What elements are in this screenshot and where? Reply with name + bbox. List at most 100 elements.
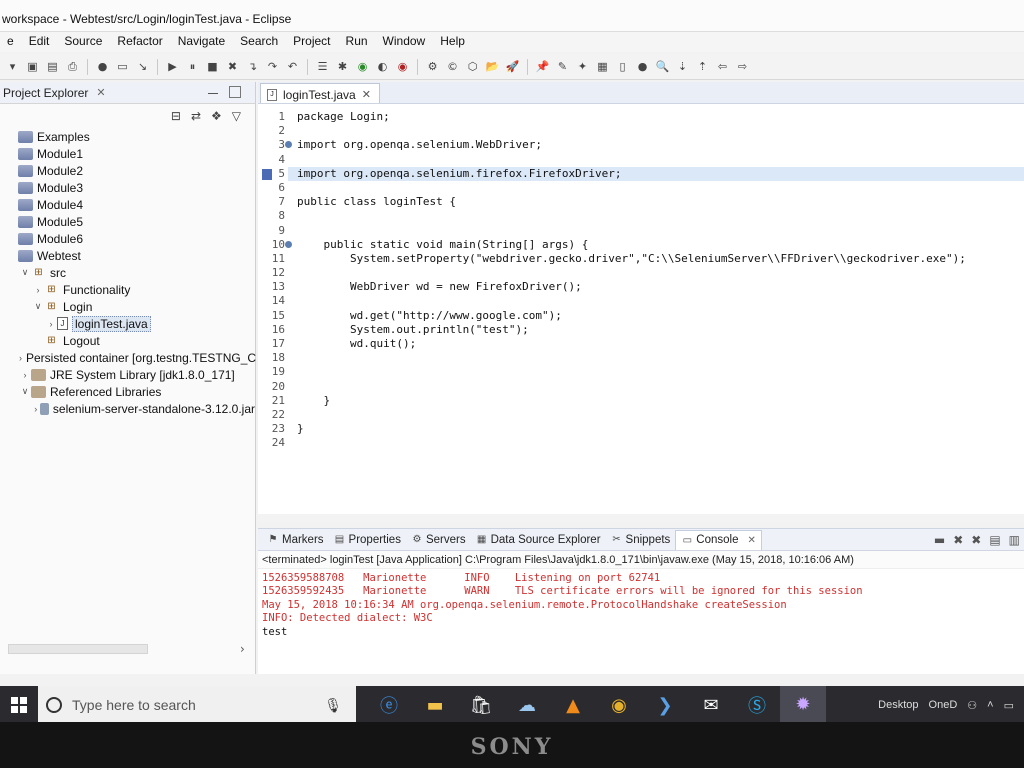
console-output[interactable]: 1526359588708 Marionette INFO Listening … [258,569,1024,639]
tab-servers[interactable]: ⚙ Servers [406,530,471,550]
back-icon[interactable]: ⇦ [714,59,731,75]
code-line[interactable]: 10 public static void main(String[] args… [258,238,1024,252]
coverage-icon[interactable]: ◐ [374,59,391,75]
tab-console[interactable]: ▭ Console ✕ [675,529,762,550]
pen-icon[interactable]: ✎ [554,59,571,75]
menu-window[interactable]: Window [376,32,434,52]
chevron-right-icon[interactable]: › [240,642,245,656]
previous-annotation-icon[interactable]: ⇡ [694,59,711,75]
tree-item[interactable]: › Persisted container [org.testng.TESTNG_… [0,349,256,366]
code-line[interactable]: 5 import org.openqa.selenium.firefox.Fire… [258,166,1024,181]
code-line[interactable]: 22 [258,408,1024,422]
tree-item[interactable]: Module4 [0,196,255,213]
forward-icon[interactable]: ⇨ [734,59,751,75]
code-line[interactable]: 20 [258,380,1024,394]
onedrive-label[interactable]: OneD [929,699,958,711]
tree-item[interactable]: Module6 [0,230,255,247]
code-line[interactable]: 23} [258,422,1024,436]
disconnect-icon[interactable]: ✖ [224,59,241,75]
remove-all-icon[interactable]: ✖ [971,533,981,547]
save-all-icon[interactable]: ▤ [44,59,61,75]
close-icon[interactable]: ✕ [748,535,756,546]
file-explorer-icon[interactable]: ▬ [412,686,458,724]
chevron-down-icon[interactable]: ∨ [19,267,31,278]
store-icon[interactable]: 🛍 [458,686,504,724]
edge-icon[interactable]: ⓔ [366,686,412,724]
tree-item[interactable]: Module2 [0,162,255,179]
search-icon[interactable]: 🔍 [654,59,671,75]
cloud-app-icon[interactable]: ☁ [504,686,550,724]
code-line[interactable]: 12 [258,266,1024,280]
project-explorer-tab[interactable]: Project Explorer ✕ [0,82,255,104]
focus-icon[interactable]: ❖ [211,109,222,123]
new-java-class-icon[interactable]: © [444,59,461,75]
step-into-icon[interactable]: ↴ [244,59,261,75]
code-line[interactable]: 24 [258,436,1024,450]
menu-e[interactable]: e [0,32,22,52]
tree-item[interactable]: ∨ ⊞ src [0,264,255,281]
people-icon[interactable]: ⚇ [967,699,977,712]
pin-console-icon[interactable]: ▥ [1009,533,1020,547]
chevron-right-icon[interactable]: › [32,285,44,295]
launch-icon[interactable]: 🚀 [504,59,521,75]
fold-toggle-icon[interactable] [285,240,292,248]
view-menu-chevron-down-icon[interactable]: ▽ [232,109,241,123]
close-icon[interactable]: ✕ [362,88,371,101]
powershell-icon[interactable]: ❯ [642,686,688,724]
menu-refactor[interactable]: Refactor [110,32,170,52]
chevron-right-icon[interactable]: › [19,370,31,380]
horizontal-scrollbar[interactable] [8,644,148,654]
tree-item[interactable]: ⊞ Logout [0,332,255,349]
editor-tab-logintest[interactable]: J loginTest.java ✕ [260,83,380,103]
menu-help[interactable]: Help [433,32,473,52]
tree-item[interactable]: ∨ Referenced Libraries [0,383,255,400]
save-icon[interactable]: ▣ [24,59,41,75]
scroll-lock-icon[interactable]: ▤ [989,533,1000,547]
minimize-icon[interactable]: ▬ [934,533,945,547]
network-icon[interactable]: ▭ [1004,699,1014,712]
code-line[interactable]: 16 System.out.println("test"); [258,323,1024,337]
code-line[interactable]: 1 package Login; [258,110,1024,124]
collapse-all-icon[interactable]: ⊟ [171,109,181,123]
code-line[interactable]: 14 [258,294,1024,308]
code-line[interactable]: 13 WebDriver wd = new FirefoxDriver(); [258,280,1024,294]
menu-search[interactable]: Search [233,32,286,52]
start-button[interactable] [0,686,38,724]
sphere-icon[interactable]: ● [634,59,651,75]
code-line[interactable]: 6 [258,181,1024,195]
run-icon[interactable]: ◉ [354,59,371,75]
code-line[interactable]: 7 public class loginTest { [258,195,1024,209]
terminal-icon[interactable]: ▭ [114,59,131,75]
tree-item[interactable]: ∨ ⊞ Login [0,298,255,315]
tree-item[interactable]: Webtest [0,247,255,264]
new-server-icon[interactable]: ⚙ [424,59,441,75]
step-over-icon[interactable]: ↷ [264,59,281,75]
code-line[interactable]: 11 System.setProperty("webdriver.gecko.d… [258,252,1024,266]
new-dropdown-icon[interactable]: ▾ [4,59,21,75]
external-tools-icon[interactable]: ◉ [394,59,411,75]
code-line[interactable]: 19 [258,365,1024,379]
pin-icon[interactable]: 📌 [534,59,551,75]
eclipse-icon[interactable]: ✹ [780,686,826,724]
remove-launch-icon[interactable]: ✖ [953,533,963,547]
code-line[interactable]: 9 [258,224,1024,238]
tree-item[interactable]: Examples [0,128,255,145]
code-line[interactable]: 8 [258,209,1024,223]
debug-icon[interactable]: ✱ [334,59,351,75]
step-return-icon[interactable]: ↶ [284,59,301,75]
print-icon[interactable]: ⎙ [64,59,81,75]
tab-properties[interactable]: ▤ Properties [329,530,406,550]
chevron-down-icon[interactable]: ∨ [19,386,31,397]
suspend-icon[interactable]: ⏸ [184,59,201,75]
menu-edit[interactable]: Edit [22,32,58,52]
chevron-right-icon[interactable]: › [19,353,22,363]
skype-icon[interactable]: Ⓢ [734,686,780,724]
tree-item[interactable]: › JloginTest.java [0,315,255,332]
terminate-icon[interactable]: ■ [204,59,221,75]
task-list-icon[interactable]: ☰ [314,59,331,75]
resume-icon[interactable]: ▶ [164,59,181,75]
annotation-icon[interactable]: ✦ [574,59,591,75]
chevron-right-icon[interactable]: › [32,404,40,414]
document-icon[interactable]: ▯ [614,59,631,75]
link-with-editor-icon[interactable]: ⇄ [191,109,201,123]
